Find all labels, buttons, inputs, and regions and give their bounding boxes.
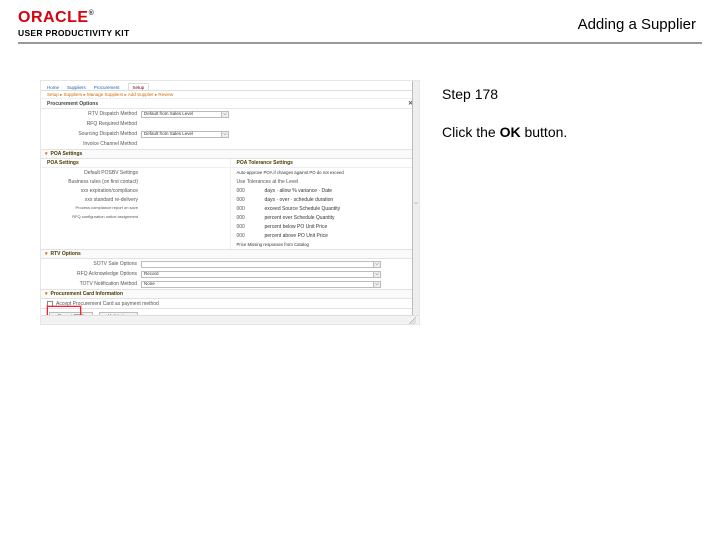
field-rtv-dispatch: RTV Dispatch Method Default from Sales L… — [41, 109, 419, 119]
chevron-down-icon — [221, 112, 228, 117]
sourcing-dispatch-select[interactable]: Default from Sales Level — [141, 131, 229, 138]
group-pci[interactable]: ▾ Procurement Card Information — [41, 289, 419, 299]
breadcrumb: Setup ▸ Suppliers ▸ Manage Suppliers ▸ A… — [41, 91, 419, 99]
tab-suppliers[interactable]: Suppliers — [67, 85, 86, 90]
panel-title-row: Procurement Options ✕ — [41, 99, 419, 109]
brand-tm: ® — [89, 10, 95, 17]
chevron-down-icon — [373, 272, 380, 277]
resize-grip-icon[interactable] — [409, 317, 416, 324]
chevron-down-icon — [373, 282, 380, 287]
label: RTV Dispatch Method — [49, 111, 141, 117]
totv-notify-select[interactable]: None — [141, 281, 381, 288]
step-label: Step 178 — [442, 86, 700, 102]
rtv-dispatch-select[interactable]: Default from Sales Level — [141, 111, 229, 118]
twisty-icon: ▾ — [45, 291, 48, 297]
field-sourcing-dispatch: Sourcing Dispatch Method Default from Sa… — [41, 129, 419, 139]
field-rfq-required: RFQ Required Method — [41, 119, 419, 129]
page-title: Adding a Supplier — [578, 16, 696, 33]
twisty-icon: ▾ — [45, 251, 48, 257]
app-tabs: Home Suppliers Procurement Setup — [41, 81, 419, 91]
chevron-down-icon — [373, 262, 380, 267]
instruction-pane: Step 178 Click the OK button. — [442, 80, 700, 325]
label: RFQ Required Method — [49, 121, 141, 127]
app-footer — [41, 315, 419, 324]
sotv-select[interactable] — [141, 261, 381, 268]
poa-right-head: POA Tolerance Settings — [231, 159, 420, 168]
field-sotv: SOTV Sale Options — [41, 259, 419, 269]
field-totv-notify: TOTV Notification Method None — [41, 279, 419, 289]
twisty-icon: ▾ — [45, 151, 48, 157]
rfq-ack-select[interactable]: Record — [141, 271, 381, 278]
field-invoice-channel: Invoice Channel Method — [41, 139, 419, 149]
label: Sourcing Dispatch Method — [49, 131, 141, 137]
panel-title: Procurement Options — [47, 101, 98, 106]
pci-checkbox-row[interactable]: Accept Procurement Card as payment metho… — [41, 299, 419, 308]
tolerance-level-select[interactable]: Use Tolerances at the Level — [237, 179, 347, 185]
chevron-down-icon — [221, 132, 228, 137]
tab-home[interactable]: Home — [47, 85, 59, 90]
dialog-actions: OK Cancel — [41, 324, 419, 325]
poa-columns: POA Settings Default POSBV Settings Busi… — [41, 159, 419, 249]
poa-left-head: POA Settings — [41, 159, 230, 168]
tab-setup[interactable]: Setup — [128, 83, 150, 90]
chevron-down-icon — [412, 81, 419, 324]
brand-word: ORACLE — [18, 9, 89, 26]
checkbox-icon[interactable] — [47, 301, 53, 307]
brand-subline: USER PRODUCTIVITY KIT — [18, 28, 129, 38]
tab-procurement[interactable]: Procurement — [94, 85, 120, 90]
label: Invoice Channel Method — [49, 141, 141, 147]
group-poa[interactable]: ▾ POA Settings — [41, 149, 419, 159]
field-rfq-ack: RFQ Acknowledge Options Record — [41, 269, 419, 279]
group-rtv[interactable]: ▾ RTV Options — [41, 249, 419, 259]
application-pane: Home Suppliers Procurement Setup Setup ▸… — [40, 80, 420, 325]
instruction-text: Click the OK button. — [442, 124, 700, 140]
brand-logo: ORACLE® USER PRODUCTIVITY KIT — [18, 10, 129, 38]
